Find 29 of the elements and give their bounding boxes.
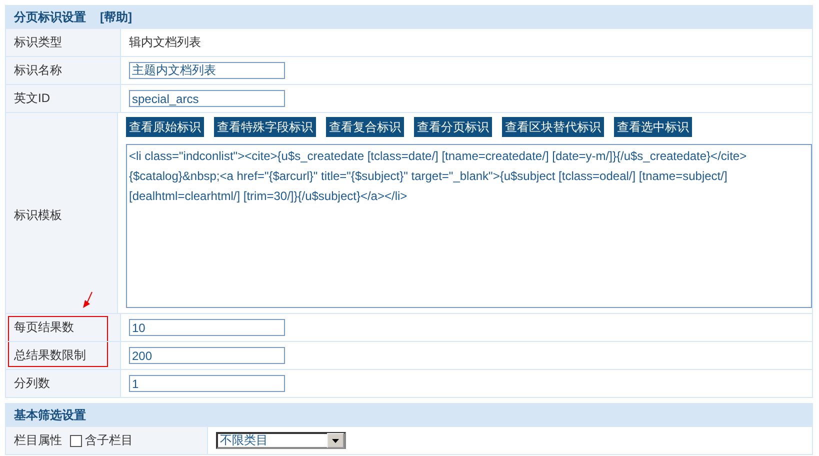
field-label: 标识模板 <box>14 206 62 224</box>
input-field[interactable]: 200 <box>129 347 285 364</box>
checkbox-label: 含子栏目 <box>85 432 133 449</box>
view-tag-button[interactable]: 查看区块替代标识 <box>502 117 604 137</box>
checkbox[interactable] <box>70 434 82 446</box>
input-field[interactable]: 1 <box>129 375 285 392</box>
help-link[interactable]: [帮助] <box>100 8 132 26</box>
annotation-arrow-icon <box>82 291 94 309</box>
field-label: 英文ID <box>14 90 50 107</box>
view-tag-button[interactable]: 查看复合标识 <box>326 117 404 137</box>
field-label: 标识名称 <box>14 62 62 79</box>
input-field[interactable]: 10 <box>129 319 285 336</box>
field-label: 每页结果数 <box>14 319 74 336</box>
category-select[interactable]: 不限类目 <box>216 432 346 449</box>
field-label: 栏目属性 <box>14 432 62 449</box>
view-tag-button[interactable]: 查看原始标识 <box>126 117 204 137</box>
input-field[interactable]: 主题内文档列表 <box>129 62 285 79</box>
view-tag-button[interactable]: 查看分页标识 <box>414 117 492 137</box>
section-title: 基本筛选设置 <box>14 406 86 424</box>
view-tag-button[interactable]: 查看选中标识 <box>614 117 692 137</box>
template-textarea[interactable]: <li class="indconlist"><cite>{u$s_createdate [tclass=date/] [tname=createdate/] [date=y-m/]}{/u$s_createdate}</cite>{$catalog}&nbsp;<a href="{$arcurl}" title="{$subject}" target="_blank">{u$subject [tclass=odeal/] [tname=subject/] [dealhtml=clearhtml/] [trim=30/]}{/u$subject}</a></li> <box>126 144 812 308</box>
dropdown-arrow-icon <box>332 438 339 442</box>
section-title: 分页标识设置 <box>14 8 86 26</box>
view-tag-button[interactable]: 查看特殊字段标识 <box>214 117 316 137</box>
field-label: 标识类型 <box>14 34 62 51</box>
field-label: 总结果数限制 <box>14 347 86 364</box>
field-label: 分列数 <box>14 375 50 392</box>
field-value: 辑内文档列表 <box>129 34 202 51</box>
input-field[interactable]: special_arcs <box>129 90 285 107</box>
